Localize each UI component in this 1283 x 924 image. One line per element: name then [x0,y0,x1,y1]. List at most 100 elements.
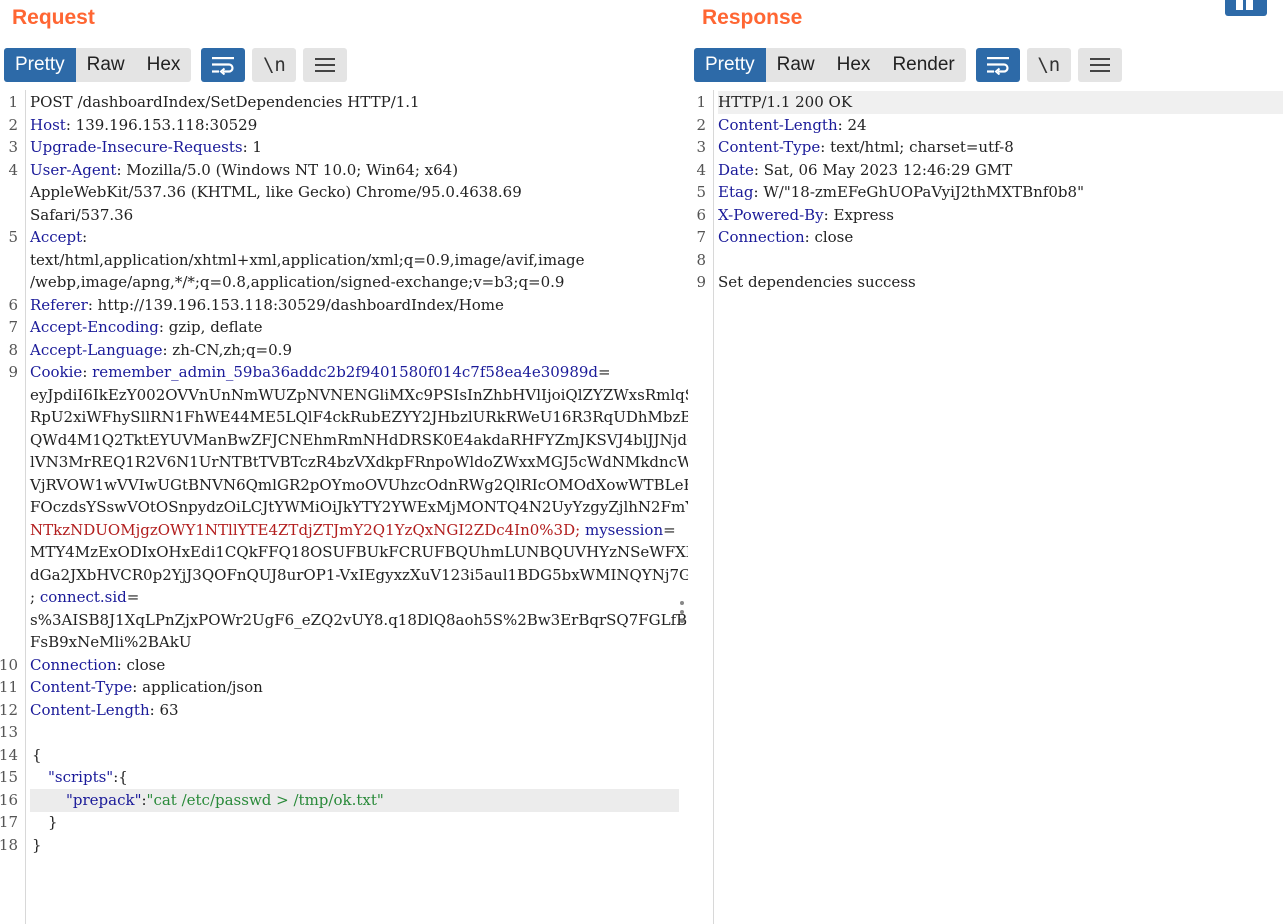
menu-icon [1089,58,1110,72]
header-key: Accept-Encoding [30,318,159,336]
pane-divider-handle[interactable] [678,601,686,623]
response-title: Response [702,6,803,29]
layout-icon-left [1236,0,1243,10]
line-number: 1 [696,93,706,111]
request-line: POST /dashboardIndex/SetDependencies HTT… [30,93,420,111]
request-tab-raw[interactable]: Raw [76,48,136,82]
request-wrap-lines-button[interactable] [201,48,246,82]
response-newline-toggle[interactable]: \n [1026,48,1071,82]
line-number: 4 [696,161,706,179]
line-number: 18 [0,836,18,854]
header-line: Accept-Encoding: gzip, deflate [30,318,263,336]
request-title: Request [12,6,95,29]
wrap-lines-icon [212,57,235,75]
request-toolbar: Pretty Raw Hex \n [4,48,348,82]
header-value: 24 [842,116,867,134]
header-line: Connection: close [718,228,854,246]
response-editor[interactable]: 1 2 3 4 5 6 7 8 9 HTTP/1.1 200 OK Conten… [688,90,1283,924]
request-tab-hex[interactable]: Hex [136,48,192,82]
line-number: 7 [696,228,706,246]
header-key: Etag [718,183,754,201]
drag-dot [680,601,684,605]
header-key: Accept-Language [30,341,163,359]
request-newline-toggle[interactable]: \n [252,48,297,82]
header-value: text/html; charset=utf-8 [825,138,1014,156]
line-number: 8 [696,251,706,269]
line-number: 12 [0,701,18,719]
menu-icon [315,58,336,72]
header-value: W/"18-zmEFeGhUOPaVyiJ2thMXTBnf0b8" [758,183,1084,201]
request-tab-pretty[interactable]: Pretty [4,48,76,82]
header-key: Content-Type [718,138,821,156]
line-number: 11 [0,678,18,696]
header-key: Date [718,161,754,179]
header-line: Referer: http://139.196.153.118:30529/da… [30,296,504,314]
response-menu-button[interactable] [1077,48,1122,82]
header-line: Content-Length: 24 [718,116,867,134]
header-value: close [809,228,854,246]
header-value: Express [828,206,894,224]
header-key: User-Agent [30,161,117,179]
line-number: 16 [0,791,18,809]
header-key: Content-Length [718,116,838,134]
header-key: Content-Type [30,678,133,696]
header-key: X-Powered-By [718,206,824,224]
response-wrap-lines-button[interactable] [975,48,1020,82]
cookie-line: NTkzNDUOMjgzOWY1NTllYTE4ZTdjZTJmY2Q1YzQx… [30,521,676,539]
cookie-value: FOczdsYSswVOtOSnpydzOiLCJtYWMiOiJkYTY2YW… [30,498,724,516]
layout-toggle-button[interactable] [1225,0,1267,16]
response-tab-render[interactable]: Render [881,48,965,82]
drag-dot [680,610,684,614]
header-key: Cookie [30,363,83,381]
wrap-lines-icon [986,57,1009,75]
header-line: Accept: [30,228,88,246]
line-number: 17 [0,813,18,831]
cookie-name: connect.sid [39,588,127,606]
response-body: Set dependencies success [718,273,916,291]
line-number: 8 [8,341,18,359]
line-number: 14 [0,746,18,764]
header-value: 139.196.153.118:30529 [70,116,258,134]
header-value: 1 [247,138,262,156]
line-number: 5 [696,183,706,201]
response-gutter: 1 2 3 4 5 6 7 8 9 [688,90,714,924]
request-editor[interactable]: 1 2 3 4 5 6 7 8 9 10 11 12 13 14 15 16 1… [0,90,804,924]
header-value: close [121,656,166,674]
cookie-line: ; connect.sid= [30,588,140,606]
request-gutter: 1 2 3 4 5 6 7 8 9 10 11 12 13 14 15 16 1… [0,90,26,924]
header-line: Accept-Language: zh-CN,zh;q=0.9 [30,341,292,359]
header-value: gzip, deflate [163,318,263,336]
header-key: Referer [30,296,88,314]
line-number: 15 [0,768,18,786]
json-brace: } [32,836,42,854]
header-line: User-Agent: Mozilla/5.0 (Windows NT 10.0… [30,161,459,179]
status-line: HTTP/1.1 200 OK [718,91,1283,114]
line-number: 6 [8,296,18,314]
cookie-value: dGa2JXbHVCR0p2YjJ3QOFnQUJ8urOP1-VxIEgyxz… [30,566,717,584]
response-tab-hex[interactable]: Hex [826,48,882,82]
header-value: 63 [154,701,179,719]
cookie-value: NTkzNDUOMjgzOWY1NTllYTE4ZTdjZTJmY2Q1YzQx… [30,521,581,539]
header-line: Connection: close [30,656,166,674]
line-number: 6 [696,206,706,224]
header-key: Connection [718,228,805,246]
line-number: 7 [8,318,18,336]
line-number: 3 [696,138,706,156]
header-line-wrap: /webp,image/apng,*/*;q=0.8,application/s… [30,273,565,291]
header-line: Date: Sat, 06 May 2023 12:46:29 GMT [718,161,1013,179]
header-value: Mozilla/5.0 (Windows NT 10.0; Win64; x64… [121,161,459,179]
cookie-line: Cookie: remember_admin_59ba36addc2b2f940… [30,363,611,381]
header-line-wrap: AppleWebKit/537.36 (KHTML, like Gecko) C… [30,183,522,201]
header-value: http://139.196.153.118:30529/dashboardIn… [92,296,504,314]
line-number: 9 [8,363,18,381]
newline-icon: \n [1037,54,1061,76]
response-tab-raw[interactable]: Raw [766,48,826,82]
header-key: Connection [30,656,117,674]
line-number: 9 [696,273,706,291]
request-menu-button[interactable] [303,48,348,82]
json-line-highlighted: "prepack":"cat /etc/passwd > /tmp/ok.txt… [30,789,679,812]
header-value: Sat, 06 May 2023 12:46:29 GMT [758,161,1013,179]
response-tab-pretty[interactable]: Pretty [694,48,766,82]
cookie-value: VjRVOW1wVVIwUGtBNVN6QmlGR2pOYmoOVUhzcOdn… [30,476,776,494]
request-content: POST /dashboardIndex/SetDependencies HTT… [30,90,804,924]
